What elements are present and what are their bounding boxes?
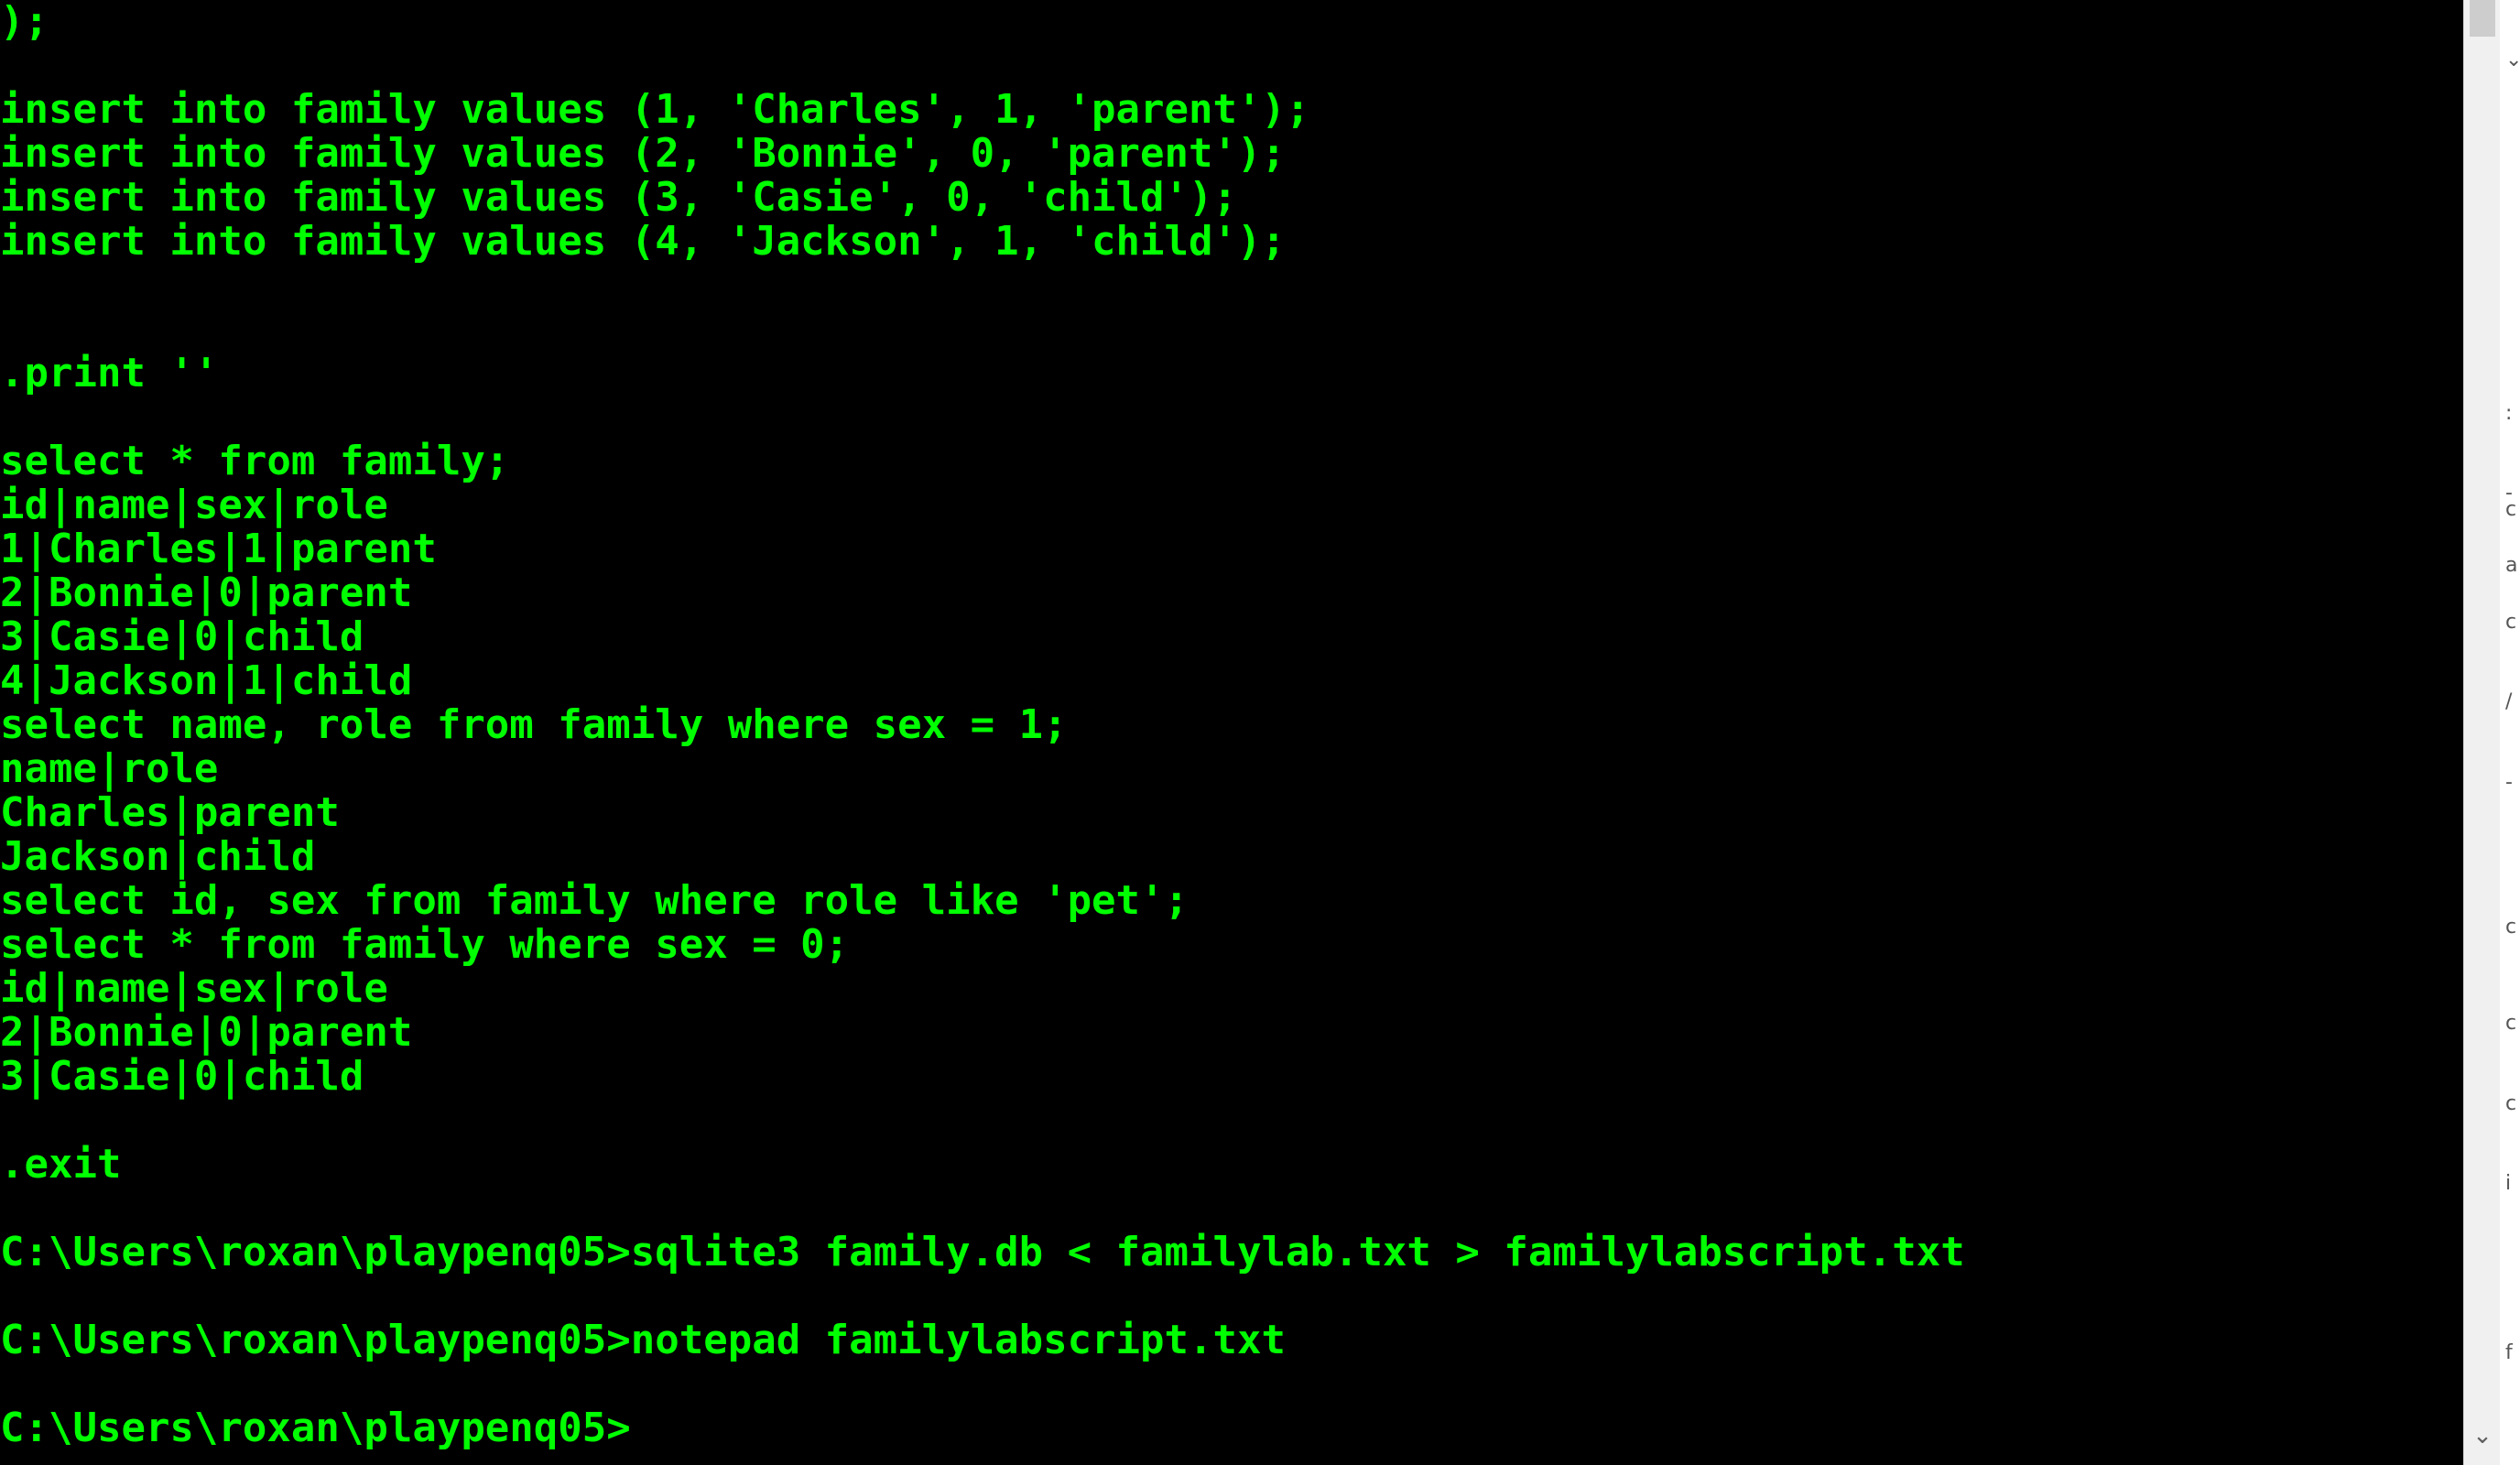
command-prompt-window: role text);insert into family values (1,… <box>0 0 2520 1465</box>
console-line: insert into family values (1, 'Charles',… <box>0 86 1310 133</box>
console-line: C:\Users\roxan\playpenq05> <box>0 1405 631 1451</box>
console-line: id|name|sex|role <box>0 482 388 528</box>
console-line: .exit <box>0 1141 122 1188</box>
background-window-glyph: i <box>2505 1172 2512 1196</box>
console-output: role text);insert into family values (1,… <box>0 0 1965 1450</box>
background-window-glyph: / <box>2505 690 2513 714</box>
console-line: 3|Casie|0|child <box>0 1053 364 1100</box>
console-area[interactable]: role text);insert into family values (1,… <box>0 0 2463 1465</box>
console-line: ); <box>0 0 49 45</box>
console-line: Charles|parent <box>0 789 340 836</box>
console-line: insert into family values (3, 'Casie', 0… <box>0 174 1238 221</box>
background-window-glyph: c <box>2505 1012 2517 1036</box>
background-window-glyph: a <box>2505 554 2518 578</box>
background-window-edge: ⌄: - c a c / - c c c i f <box>2500 0 2520 1465</box>
console-line: name|role <box>0 745 219 792</box>
background-window-glyph: c <box>2505 1091 2517 1115</box>
console-line: C:\Users\roxan\playpenq05>sqlite3 family… <box>0 1229 1965 1275</box>
console-line: C:\Users\roxan\playpenq05>notepad family… <box>0 1317 1286 1363</box>
console-line: .print '' <box>0 350 219 396</box>
console-line: 4|Jackson|1|child <box>0 657 413 704</box>
console-line: select name, role from family where sex … <box>0 701 1068 748</box>
vertical-scrollbar[interactable]: ⌄ <box>2463 0 2500 1465</box>
background-window-glyph: - <box>2505 770 2513 794</box>
console-line: 2|Bonnie|0|parent <box>0 570 413 616</box>
console-line: select * from family; <box>0 438 510 484</box>
console-line: insert into family values (2, 'Bonnie', … <box>0 130 1286 177</box>
console-line: 3|Casie|0|child <box>0 613 364 660</box>
console-line: 1|Charles|1|parent <box>0 526 437 572</box>
background-window-glyph: f <box>2505 1340 2513 1364</box>
console-line: insert into family values (4, 'Jackson',… <box>0 218 1286 265</box>
console-line: id|name|sex|role <box>0 965 388 1012</box>
chevron-down-icon[interactable]: ⌄ <box>2464 1417 2501 1454</box>
console-line: 2|Bonnie|0|parent <box>0 1009 413 1056</box>
console-line: select id, sex from family where role li… <box>0 877 1189 924</box>
scrollbar-thumb[interactable] <box>2470 0 2495 37</box>
console-line: select * from family where sex = 0; <box>0 921 850 968</box>
background-window-glyph: c <box>2505 497 2517 521</box>
background-window-glyph: : <box>2505 401 2513 425</box>
background-window-glyph: c <box>2505 915 2517 939</box>
background-window-glyph: c <box>2505 610 2517 634</box>
console-line: Jackson|child <box>0 833 316 880</box>
background-window-glyph: ⌄ <box>2505 48 2520 71</box>
